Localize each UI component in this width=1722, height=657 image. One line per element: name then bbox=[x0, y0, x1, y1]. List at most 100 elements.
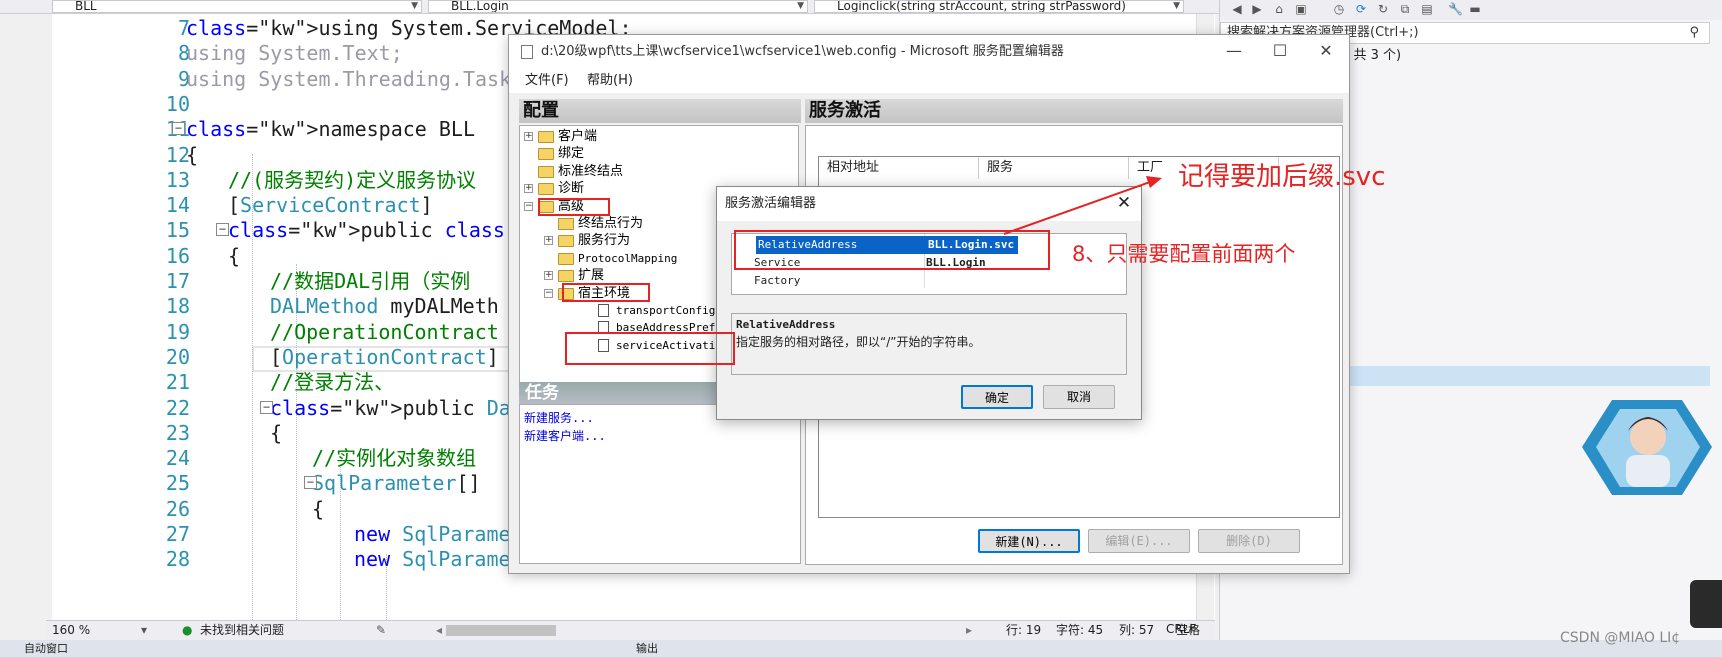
document-icon bbox=[521, 45, 533, 59]
watermark: CSDN @MIAO LI¢ bbox=[1560, 630, 1681, 646]
horizontal-scrollbar-thumb[interactable] bbox=[446, 625, 556, 636]
back-icon[interactable]: ◀ bbox=[1230, 2, 1244, 16]
task-panel: 新建服务... 新建客户端... bbox=[519, 404, 801, 564]
side-panel-tab[interactable] bbox=[1690, 580, 1722, 628]
collapse-icon[interactable]: − bbox=[524, 201, 533, 211]
line-number: 28 bbox=[165, 547, 190, 572]
code-text: //OperationContract bbox=[270, 319, 499, 344]
member-combo[interactable]: Loginclick(string strAccount, string str… bbox=[814, 0, 1184, 13]
column-service[interactable]: 服务 bbox=[979, 157, 1129, 179]
service-activation-dialog: 服务激活编辑器 ✕ RelativeAddress BLL.Login.svc Se… bbox=[716, 186, 1142, 420]
expand-icon[interactable]: + bbox=[524, 132, 533, 141]
show-all-files-icon[interactable]: ▤ bbox=[1420, 2, 1434, 16]
line-number: 7 bbox=[177, 16, 190, 40]
step-annotation: 8、只需要配置前面两个 bbox=[1072, 242, 1296, 266]
folder-icon bbox=[538, 183, 554, 196]
property-row[interactable]: Factory bbox=[732, 272, 1126, 290]
line-number: 21 bbox=[165, 370, 190, 395]
code-text: //实例化对象数组 bbox=[312, 446, 477, 471]
line-number: 22 bbox=[165, 395, 190, 420]
menu-bar: 文件(F) 帮助(H) bbox=[509, 69, 1349, 93]
class-combo[interactable]: BLL.Login ▼ bbox=[428, 0, 808, 13]
code-text: DALMethod myDALMeth bbox=[270, 294, 499, 319]
line-number: 27 bbox=[165, 522, 190, 546]
project-combo[interactable]: BLL ▼ bbox=[52, 0, 422, 13]
forward-icon[interactable]: ▶ bbox=[1250, 2, 1264, 16]
new-button[interactable]: 新建(N)... bbox=[978, 529, 1080, 553]
column-relative-address[interactable]: 相对地址 bbox=[819, 157, 979, 179]
member-combo-value: Loginclick(string strAccount, string str… bbox=[837, 0, 1126, 13]
properties-icon[interactable]: 🔧 bbox=[1448, 2, 1463, 16]
line-number: 12 bbox=[165, 142, 190, 167]
maximize-icon[interactable]: ☐ bbox=[1257, 35, 1303, 69]
switch-view-icon[interactable]: ▣ bbox=[1294, 2, 1308, 16]
annotation-box-hosting bbox=[562, 283, 650, 302]
code-text: using System.Threading.Tasks bbox=[186, 66, 524, 91]
close-icon[interactable]: ✕ bbox=[1107, 187, 1141, 221]
output-tab[interactable]: 输出 bbox=[636, 640, 658, 657]
zoom-level[interactable]: 160 % bbox=[52, 621, 90, 640]
history-icon[interactable]: ◷ bbox=[1332, 2, 1346, 16]
folder-icon bbox=[558, 270, 574, 283]
ok-button[interactable]: 确定 bbox=[961, 385, 1033, 409]
scroll-left-icon[interactable]: ◂ bbox=[436, 621, 442, 640]
line-number: 8 bbox=[177, 41, 190, 66]
refresh-icon[interactable]: ↻ bbox=[1376, 2, 1390, 16]
description-title: RelativeAddress bbox=[736, 318, 836, 331]
line-number: 17 bbox=[165, 269, 190, 293]
chevron-down-icon: ▼ bbox=[797, 1, 804, 11]
line-number: 25 bbox=[165, 471, 190, 496]
new-service-link[interactable]: 新建服务... bbox=[524, 409, 594, 426]
preview-icon[interactable]: ▬ bbox=[1468, 2, 1482, 16]
close-icon[interactable]: ✕ bbox=[1303, 35, 1349, 69]
home-icon[interactable]: ⌂ bbox=[1272, 2, 1286, 16]
issues-status[interactable]: 未找到相关问题 bbox=[200, 621, 284, 640]
menu-help[interactable]: 帮助(H) bbox=[587, 69, 633, 93]
sync-icon[interactable]: ⟳ bbox=[1354, 2, 1368, 16]
brush-icon[interactable]: ✎ bbox=[376, 621, 386, 640]
collapse-icon[interactable]: − bbox=[544, 288, 553, 298]
folder-icon bbox=[558, 252, 574, 265]
tree-node-label: 客户端 bbox=[558, 129, 598, 144]
annotation-box-properties bbox=[734, 230, 1050, 270]
folder-icon bbox=[538, 131, 554, 143]
tree-node-label: 诊断 bbox=[558, 181, 585, 197]
line-number: 10 bbox=[165, 91, 190, 116]
chevron-down-icon[interactable]: ▾ bbox=[141, 621, 147, 640]
window-title-bar[interactable]: d:\20级wpf\tts上课\wcfservice1\wcfservice1\… bbox=[509, 35, 1349, 69]
property-value[interactable] bbox=[924, 272, 926, 290]
collapse-icon[interactable]: − bbox=[304, 476, 317, 490]
line-number: 9 bbox=[177, 66, 190, 91]
collapse-all-icon[interactable]: ⧉ bbox=[1398, 2, 1412, 16]
code-text: { bbox=[270, 420, 283, 445]
minimize-icon[interactable]: — bbox=[1211, 35, 1257, 69]
menu-file[interactable]: 文件(F) bbox=[525, 69, 569, 93]
code-text: using System.Text; bbox=[186, 41, 403, 66]
collapse-icon[interactable]: − bbox=[260, 400, 273, 414]
line-number: 18 bbox=[165, 294, 190, 319]
bottom-panel-tabs: 自动窗口 输出 bbox=[0, 640, 1722, 657]
cancel-button[interactable]: 取消 bbox=[1043, 385, 1115, 409]
line-number: 24 bbox=[165, 446, 190, 471]
code-text: class="kw">namespace BLL bbox=[186, 117, 475, 142]
scroll-right-icon[interactable]: ▸ bbox=[966, 621, 972, 640]
code-text: //登录方法、 bbox=[270, 370, 395, 395]
expand-icon[interactable]: + bbox=[544, 236, 553, 246]
expand-icon[interactable]: + bbox=[524, 184, 533, 194]
user-avatar bbox=[1582, 400, 1712, 495]
new-client-link[interactable]: 新建客户端... bbox=[524, 427, 606, 444]
code-text: SqlParameter[] bbox=[312, 471, 481, 496]
collapse-icon[interactable]: − bbox=[216, 223, 229, 237]
edit-button[interactable]: 编辑(E)... bbox=[1088, 529, 1190, 553]
autos-tab[interactable]: 自动窗口 bbox=[24, 640, 68, 657]
dialog-title[interactable]: 服务激活编辑器 bbox=[717, 187, 1141, 221]
delete-button[interactable]: 删除(D) bbox=[1198, 529, 1300, 553]
expand-icon[interactable]: + bbox=[544, 271, 553, 281]
property-description: RelativeAddress 指定服务的相对路径，即以“/”开始的字符串。 bbox=[731, 313, 1127, 375]
search-icon[interactable]: ⚲ bbox=[1689, 23, 1699, 43]
tree-node-label: transportConfigur bbox=[616, 304, 729, 317]
editor-status-bar: 160 % ▾ ● 未找到相关问题 ✎ ◂ ▸ 行: 19 字符: 45 列: … bbox=[46, 620, 1215, 640]
tree-node-label: ProtocolMapping bbox=[578, 251, 678, 265]
collapse-icon[interactable]: − bbox=[172, 122, 185, 136]
line-number: 26 bbox=[165, 496, 190, 521]
